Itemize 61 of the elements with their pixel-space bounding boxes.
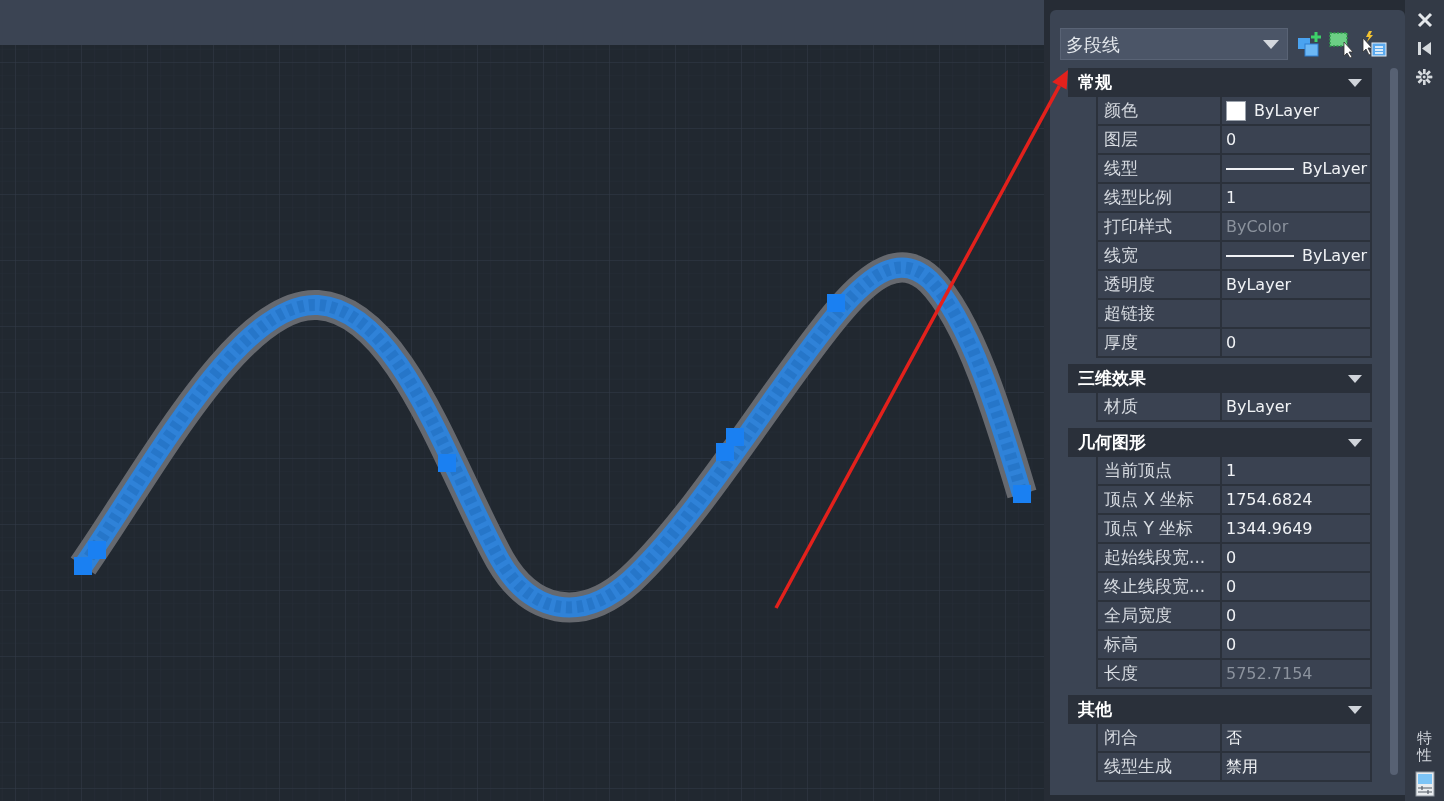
scrollbar[interactable] bbox=[1390, 68, 1398, 775]
property-value[interactable]: 1344.9649 bbox=[1222, 515, 1370, 542]
property-label: 颜色 bbox=[1098, 97, 1220, 124]
property-label: 起始线段宽... bbox=[1098, 544, 1220, 571]
property-value[interactable]: 1754.6824 bbox=[1222, 486, 1370, 513]
property-label: 当前顶点 bbox=[1098, 457, 1220, 484]
property-label: 厚度 bbox=[1098, 329, 1220, 356]
property-label: 线型比例 bbox=[1098, 184, 1220, 211]
property-label: 长度 bbox=[1098, 660, 1220, 687]
property-label: 材质 bbox=[1098, 393, 1220, 420]
property-label: 标高 bbox=[1098, 631, 1220, 658]
property-label: 顶点 X 坐标 bbox=[1098, 486, 1220, 513]
property-value[interactable]: 0 bbox=[1222, 126, 1370, 153]
property-value[interactable]: 0 bbox=[1222, 544, 1370, 571]
property-label: 线型生成 bbox=[1098, 753, 1220, 780]
property-value[interactable]: ByLayer bbox=[1222, 155, 1370, 182]
caret-icon bbox=[1348, 373, 1362, 384]
property-label: 图层 bbox=[1098, 126, 1220, 153]
panel-title: 特性 bbox=[1417, 730, 1432, 763]
property-value[interactable]: 0 bbox=[1222, 573, 1370, 600]
caret-icon bbox=[1348, 437, 1362, 448]
property-value[interactable]: 1 bbox=[1222, 457, 1370, 484]
settings-icon[interactable] bbox=[1416, 69, 1433, 85]
select-box-cursor-icon[interactable] bbox=[1328, 30, 1356, 58]
property-label: 全局宽度 bbox=[1098, 602, 1220, 629]
linetype-sample-icon bbox=[1226, 167, 1294, 170]
property-value[interactable]: ByLayer bbox=[1222, 271, 1370, 298]
property-value[interactable]: 0 bbox=[1222, 602, 1370, 629]
property-value[interactable]: 禁用 bbox=[1222, 753, 1370, 780]
caret-icon bbox=[1348, 77, 1362, 88]
section-header[interactable]: 其他 bbox=[1068, 695, 1372, 724]
properties-icon[interactable] bbox=[1414, 771, 1435, 797]
property-label: 透明度 bbox=[1098, 271, 1220, 298]
property-value[interactable]: 1 bbox=[1222, 184, 1370, 211]
selected-polyline[interactable] bbox=[70, 253, 1037, 623]
property-value[interactable]: ByLayer bbox=[1222, 97, 1370, 124]
property-value: ByColor bbox=[1222, 213, 1370, 240]
section-header[interactable]: 几何图形 bbox=[1068, 428, 1372, 457]
object-type-dropdown[interactable]: 多段线 bbox=[1060, 28, 1288, 60]
property-label: 打印样式 bbox=[1098, 213, 1220, 240]
property-label: 超链接 bbox=[1098, 300, 1220, 327]
caret-icon bbox=[1348, 704, 1362, 715]
caret-icon bbox=[1263, 39, 1279, 49]
property-label: 顶点 Y 坐标 bbox=[1098, 515, 1220, 542]
close-icon[interactable] bbox=[1416, 12, 1433, 28]
section-header[interactable]: 常规 bbox=[1068, 68, 1372, 97]
property-label: 线型 bbox=[1098, 155, 1220, 182]
property-value[interactable]: ByLayer bbox=[1222, 242, 1370, 269]
linetype-sample-icon bbox=[1226, 254, 1294, 257]
property-value[interactable]: 0 bbox=[1222, 631, 1370, 658]
property-value[interactable]: ByLayer bbox=[1222, 393, 1370, 420]
property-label: 闭合 bbox=[1098, 724, 1220, 751]
property-value[interactable]: 0 bbox=[1222, 329, 1370, 356]
property-value[interactable]: 否 bbox=[1222, 724, 1370, 751]
section-header[interactable]: 三维效果 bbox=[1068, 364, 1372, 393]
cursor-list-icon[interactable] bbox=[1360, 30, 1388, 58]
property-label: 线宽 bbox=[1098, 242, 1220, 269]
collapse-icon[interactable] bbox=[1418, 42, 1431, 55]
property-value: 5752.7154 bbox=[1222, 660, 1370, 687]
property-label: 终止线段宽... bbox=[1098, 573, 1220, 600]
squares-plus-icon[interactable] bbox=[1296, 30, 1324, 58]
